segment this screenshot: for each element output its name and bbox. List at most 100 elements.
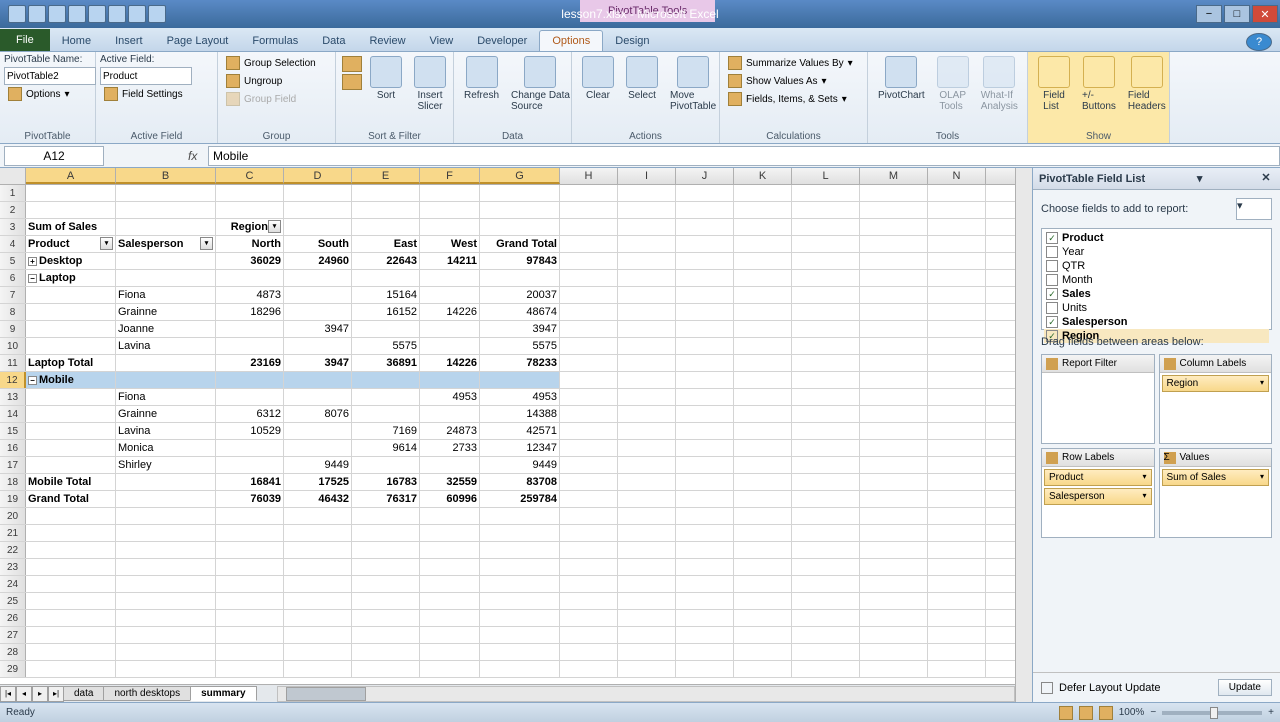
column-header[interactable]: J <box>676 168 734 184</box>
tab-nav-next[interactable]: ▸ <box>32 686 48 702</box>
zoom-in-button[interactable]: + <box>1268 707 1274 718</box>
filter-icon <box>1046 358 1058 370</box>
defer-checkbox[interactable] <box>1041 682 1053 694</box>
minimize-button[interactable]: − <box>1196 5 1222 23</box>
panel-close-icon[interactable]: ✕ <box>1258 171 1274 187</box>
tab-developer[interactable]: Developer <box>465 31 539 51</box>
close-button[interactable]: ✕ <box>1252 5 1278 23</box>
row-labels-zone[interactable]: Row Labels ProductSalesperson <box>1041 448 1155 538</box>
tab-file[interactable]: File <box>0 29 50 51</box>
redo-icon[interactable] <box>108 5 126 23</box>
save-icon[interactable] <box>28 5 46 23</box>
group-selection-button[interactable]: Group Selection <box>222 54 320 72</box>
horizontal-scrollbar[interactable] <box>277 686 1015 702</box>
fx-icon[interactable]: fx <box>188 149 208 163</box>
sheet-tab[interactable]: north desktops <box>103 686 191 701</box>
sheet-tab[interactable]: summary <box>190 686 256 701</box>
column-header[interactable]: F <box>420 168 480 184</box>
tab-page-layout[interactable]: Page Layout <box>155 31 241 51</box>
clear-button[interactable]: Clear <box>576 54 620 103</box>
field-item[interactable]: Units <box>1044 301 1269 315</box>
column-header[interactable]: G <box>480 168 560 184</box>
view-layout-icon[interactable] <box>1079 706 1093 720</box>
tab-review[interactable]: Review <box>357 31 417 51</box>
tab-data[interactable]: Data <box>310 31 357 51</box>
field-item[interactable]: ✓Product <box>1044 231 1269 245</box>
column-header[interactable]: M <box>860 168 928 184</box>
cells-grid[interactable]: 123Sum of SalesRegion ▾4Product ▾Salespe… <box>0 185 1015 684</box>
field-item[interactable]: ✓Sales <box>1044 287 1269 301</box>
refresh-button[interactable]: Refresh <box>458 54 505 103</box>
tool-icon[interactable] <box>128 5 146 23</box>
field-headers-button[interactable]: Field Headers <box>1122 54 1172 114</box>
update-button[interactable]: Update <box>1218 679 1272 696</box>
tab-nav-first[interactable]: |◂ <box>0 686 16 702</box>
tool-icon[interactable] <box>148 5 166 23</box>
column-header[interactable]: D <box>284 168 352 184</box>
values-zone[interactable]: ΣValues Sum of Sales <box>1159 448 1273 538</box>
show-values-as-button[interactable]: Show Values As ▾ <box>724 72 831 90</box>
active-field-input[interactable] <box>100 67 192 85</box>
field-item[interactable]: QTR <box>1044 259 1269 273</box>
column-header[interactable]: A <box>26 168 116 184</box>
maximize-button[interactable]: □ <box>1224 5 1250 23</box>
report-filter-zone[interactable]: Report Filter <box>1041 354 1155 444</box>
sheet-tab[interactable]: data <box>63 686 104 701</box>
move-pivottable-button[interactable]: Move PivotTable <box>664 54 722 114</box>
field-item[interactable]: ✓Salesperson <box>1044 315 1269 329</box>
tab-nav-last[interactable]: ▸| <box>48 686 64 702</box>
tab-formulas[interactable]: Formulas <box>240 31 310 51</box>
field-list-button[interactable]: Field List <box>1032 54 1076 114</box>
vertical-scrollbar[interactable] <box>1015 168 1032 702</box>
sort-button[interactable]: Sort <box>364 54 408 103</box>
tab-design[interactable]: Design <box>603 31 661 51</box>
panel-dropdown-icon[interactable]: ▾ <box>1197 172 1203 185</box>
tab-view[interactable]: View <box>418 31 466 51</box>
insert-slicer-button[interactable]: Insert Slicer <box>408 54 452 114</box>
zoom-level[interactable]: 100% <box>1119 707 1145 718</box>
ungroup-button[interactable]: Ungroup <box>222 72 286 90</box>
view-normal-icon[interactable] <box>1059 706 1073 720</box>
field-item[interactable]: Month <box>1044 273 1269 287</box>
column-header[interactable]: I <box>618 168 676 184</box>
open-icon[interactable] <box>68 5 86 23</box>
fields-items-sets-button[interactable]: Fields, Items, & Sets ▾ <box>724 90 851 108</box>
name-box[interactable]: A12 <box>4 146 104 166</box>
formula-input[interactable]: Mobile <box>208 146 1280 166</box>
sort-desc-icon[interactable] <box>342 74 362 90</box>
options-button[interactable]: Options ▾ <box>4 85 74 103</box>
field-item[interactable]: Year <box>1044 245 1269 259</box>
column-header[interactable]: C <box>216 168 284 184</box>
zone-item[interactable]: Salesperson <box>1044 488 1152 505</box>
change-data-source-button[interactable]: Change Data Source <box>505 54 576 114</box>
new-icon[interactable] <box>48 5 66 23</box>
column-header[interactable]: N <box>928 168 986 184</box>
column-header[interactable]: L <box>792 168 860 184</box>
tab-insert[interactable]: Insert <box>103 31 155 51</box>
column-header[interactable]: K <box>734 168 792 184</box>
layout-button[interactable]: ▾ <box>1236 198 1272 220</box>
view-break-icon[interactable] <box>1099 706 1113 720</box>
pivottable-name-input[interactable] <box>4 67 96 85</box>
zoom-slider[interactable] <box>1162 711 1262 715</box>
zone-item[interactable]: Product <box>1044 469 1152 486</box>
column-header[interactable]: B <box>116 168 216 184</box>
help-icon[interactable]: ? <box>1246 33 1272 51</box>
plus-minus-buttons[interactable]: +/- Buttons <box>1076 54 1122 114</box>
select-all-corner[interactable] <box>0 168 26 184</box>
undo-icon[interactable] <box>88 5 106 23</box>
tab-home[interactable]: Home <box>50 31 103 51</box>
zone-item[interactable]: Sum of Sales <box>1162 469 1270 486</box>
column-header[interactable]: E <box>352 168 420 184</box>
column-header[interactable]: H <box>560 168 618 184</box>
column-labels-zone[interactable]: Column Labels Region <box>1159 354 1273 444</box>
tab-options[interactable]: Options <box>539 30 603 51</box>
field-settings-button[interactable]: Field Settings <box>100 85 187 103</box>
zone-item[interactable]: Region <box>1162 375 1270 392</box>
zoom-out-button[interactable]: − <box>1150 707 1156 718</box>
summarize-values-button[interactable]: Summarize Values By ▾ <box>724 54 857 72</box>
sort-asc-icon[interactable] <box>342 56 362 72</box>
tab-nav-prev[interactable]: ◂ <box>16 686 32 702</box>
pivotchart-button[interactable]: PivotChart <box>872 54 931 103</box>
select-button[interactable]: Select <box>620 54 664 103</box>
